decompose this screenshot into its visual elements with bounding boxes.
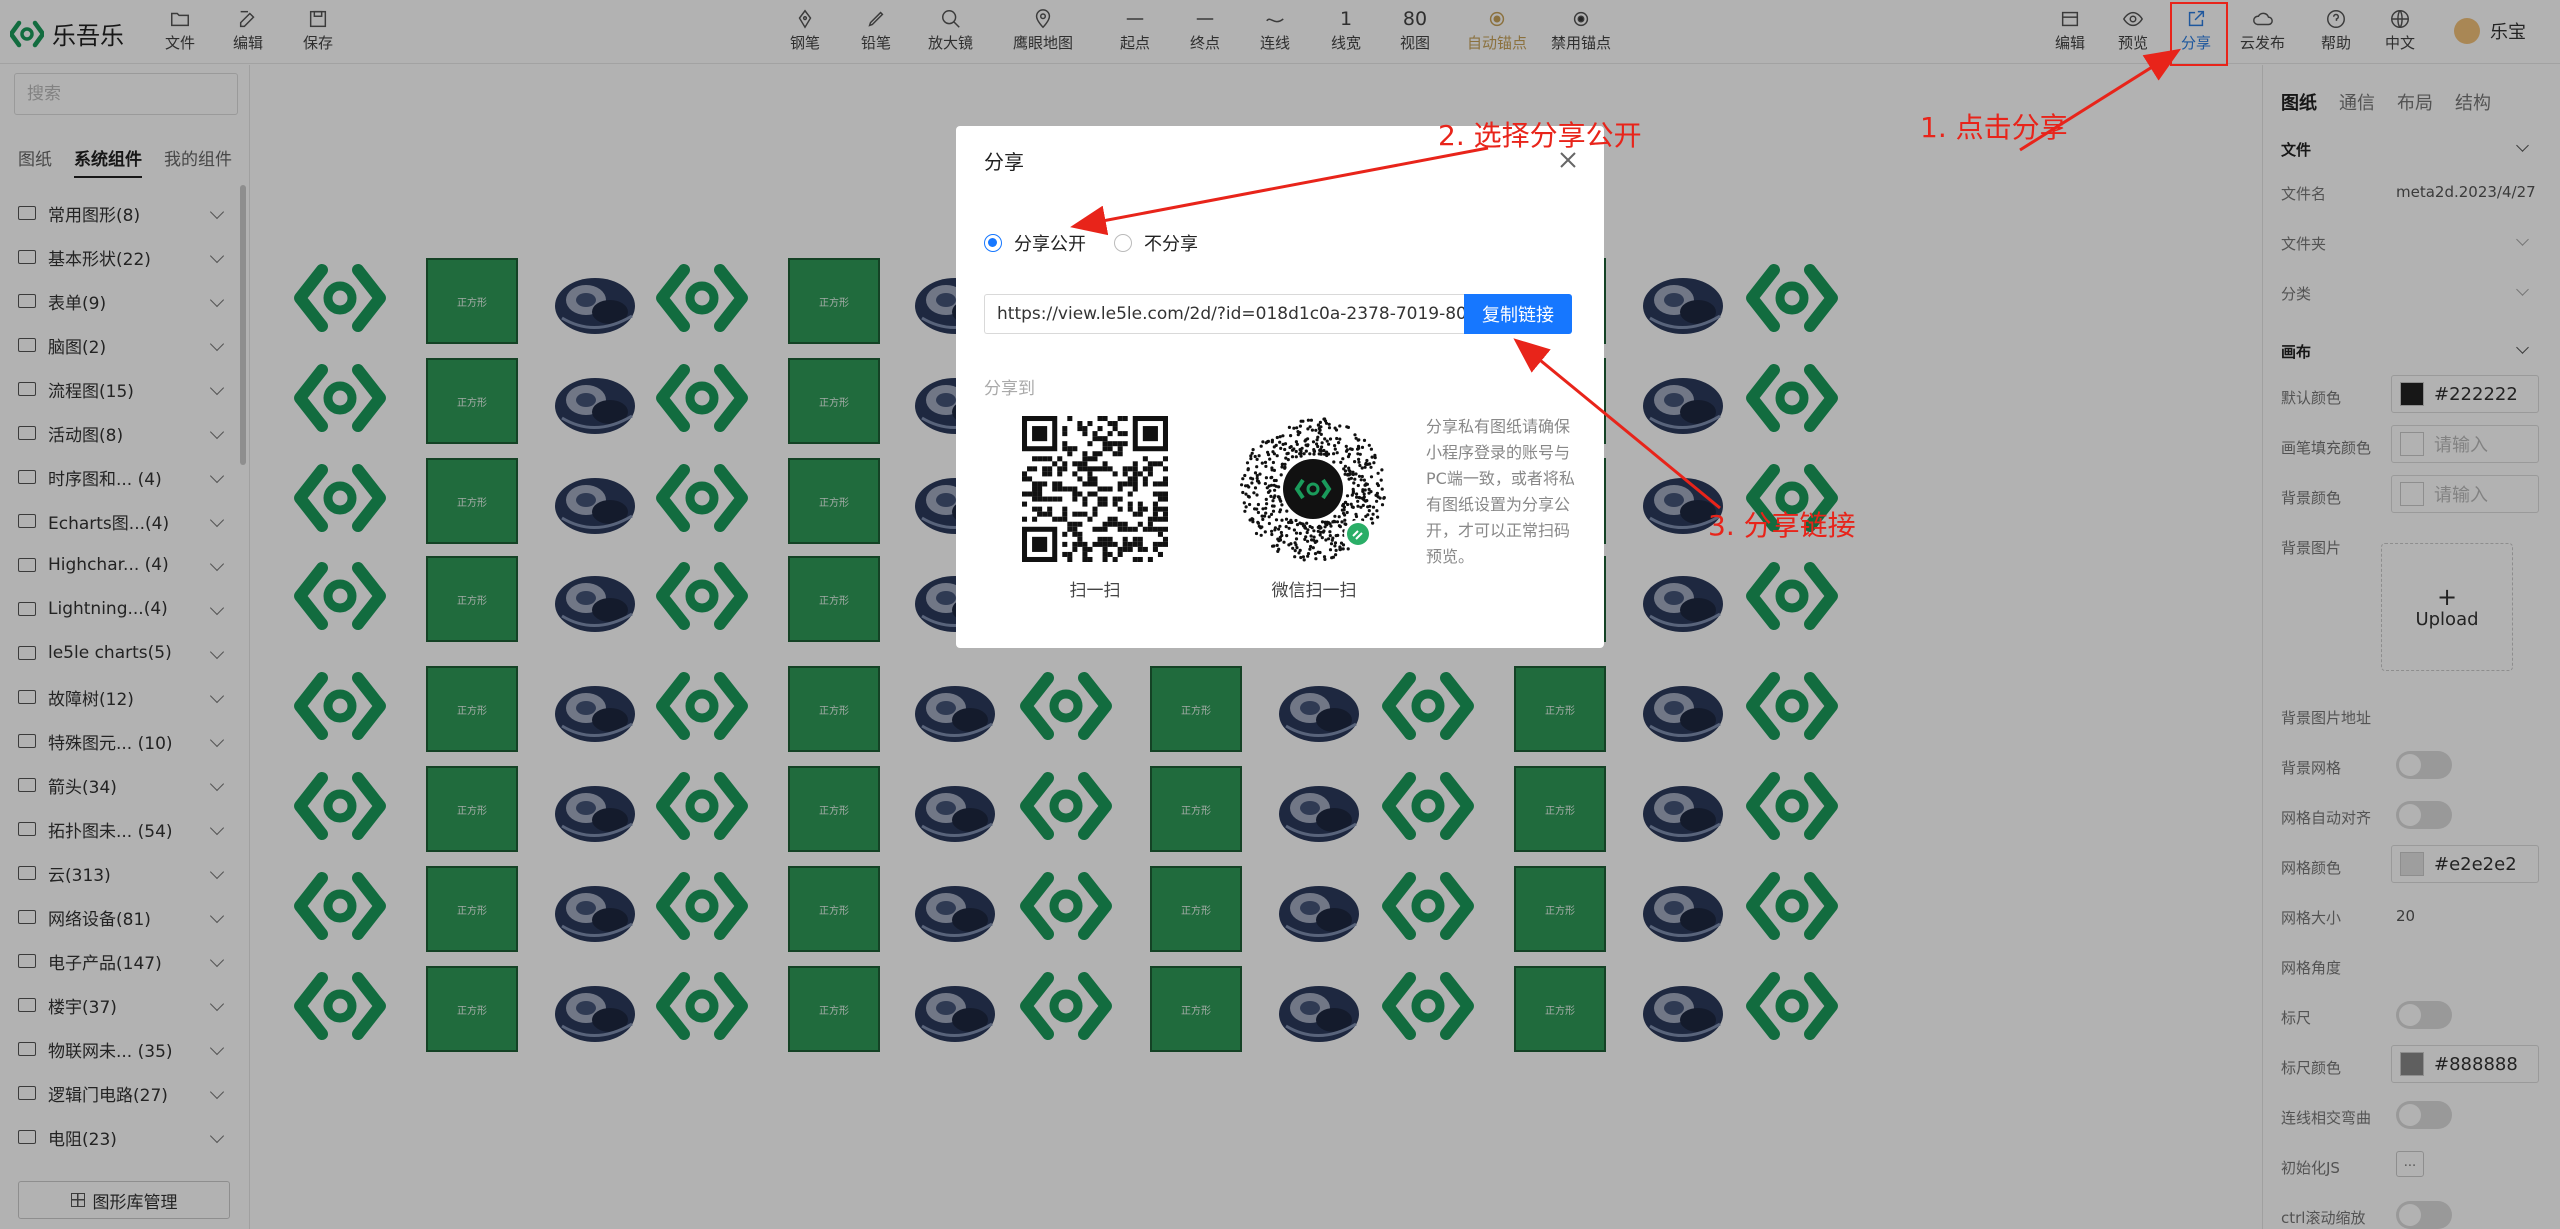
modal-overlay[interactable]: 分享 分享公开 不分享 https://view.le5le.com/2d/?i… xyxy=(0,0,2560,1229)
share-note-text: 分享私有图纸请确保小程序登录的账号与PC端一致，或者将私有图纸设置为分享公开，才… xyxy=(1426,417,1575,566)
share-option-group: 分享公开 不分享 xyxy=(984,230,1198,256)
qr-code-image xyxy=(1022,416,1168,562)
wechat-scan-label: 微信扫一扫 xyxy=(1271,581,1357,601)
share-public-label[interactable]: 分享公开 xyxy=(1014,230,1086,256)
no-share-label[interactable]: 不分享 xyxy=(1144,230,1198,256)
qr-scan-label: 扫一扫 xyxy=(1069,581,1121,601)
app-root: 乐吾乐 文件 编辑 保存 钢笔 铅笔 放大镜 鹰眼地图 起点 终点 连线 1 线… xyxy=(0,0,2560,1229)
share-link-field[interactable]: https://view.le5le.com/2d/?id=018d1c0a-2… xyxy=(984,294,1464,334)
radio-share-public[interactable] xyxy=(984,234,1002,252)
copy-link-button[interactable]: 复制链接 xyxy=(1464,294,1572,334)
share-to-label: 分享到 xyxy=(984,379,1035,399)
dialog-title: 分享 xyxy=(984,150,1024,174)
radio-no-share[interactable] xyxy=(1114,234,1132,252)
wechat-mini-program-code xyxy=(1240,417,1386,562)
close-icon[interactable] xyxy=(1556,148,1580,172)
share-dialog: 分享 分享公开 不分享 https://view.le5le.com/2d/?i… xyxy=(956,126,1604,648)
